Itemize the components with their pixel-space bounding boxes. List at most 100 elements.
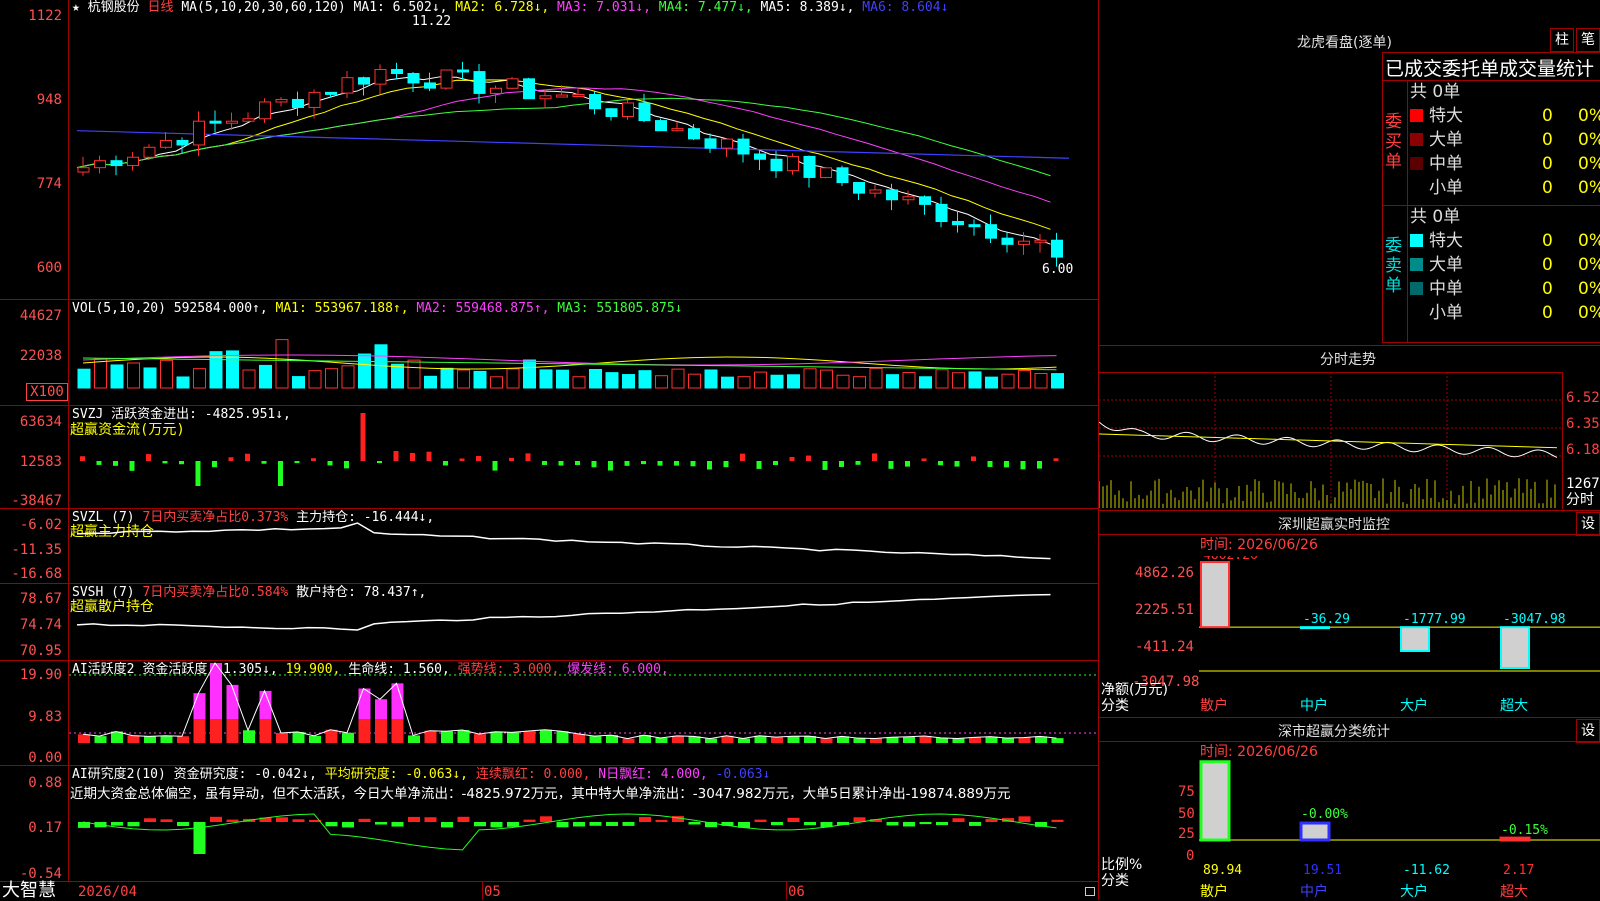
sell-order-row: 大单 0 0% xyxy=(1410,253,1600,277)
flow-bar xyxy=(459,458,465,461)
lock-icon[interactable] xyxy=(1085,887,1095,896)
svzl-chart[interactable] xyxy=(69,509,1097,583)
order-type-label: 小单 xyxy=(1429,178,1463,198)
research-bar xyxy=(127,822,140,827)
lhb-title: 龙虎看盘(逐单) xyxy=(1297,35,1392,51)
flow-bar xyxy=(723,461,729,468)
order-count: 0 xyxy=(1542,154,1553,174)
research-bar xyxy=(754,819,767,822)
ai-research-chart[interactable] xyxy=(69,766,1097,880)
vol-axis-unit[interactable]: X100 xyxy=(26,383,68,401)
kline-chart[interactable] xyxy=(69,14,1097,298)
research-bar xyxy=(936,822,948,826)
flow-bar xyxy=(212,461,217,468)
volume-bar xyxy=(358,353,371,389)
star-icon[interactable]: ★ xyxy=(72,0,80,15)
activity-bar xyxy=(243,730,255,743)
sell-side-label: 委卖单 xyxy=(1385,236,1402,296)
activity-bar xyxy=(375,719,387,743)
candle-body xyxy=(952,220,964,226)
candle-body xyxy=(143,146,156,158)
candle-body xyxy=(242,118,255,122)
net-amount-bar xyxy=(1200,561,1230,629)
volume-bar xyxy=(176,376,190,389)
research-bar xyxy=(144,818,156,822)
volume-bar xyxy=(308,370,322,389)
volume-bar xyxy=(968,371,982,389)
tick-view-button[interactable]: 笔 xyxy=(1576,28,1600,52)
volume-bar xyxy=(721,376,734,389)
candle-body xyxy=(754,153,766,160)
order-count: 0 xyxy=(1542,130,1553,150)
ratio-label: -11.62 xyxy=(1403,863,1450,878)
flow-bar xyxy=(426,451,432,461)
monitor-axis-2: 2225.51 xyxy=(1134,602,1194,618)
svzl-axis-1: -6.02 xyxy=(19,517,62,533)
svzj-chart[interactable] xyxy=(69,406,1097,508)
candle-body xyxy=(160,139,172,148)
color-swatch xyxy=(1410,306,1423,319)
flow-bar xyxy=(740,453,745,461)
classify-chart[interactable]: 89.9419.51-11.622.17+0.24%-0.00%-0.15% xyxy=(1199,760,1600,886)
volume-bar xyxy=(160,359,173,389)
volume-bar xyxy=(407,359,421,389)
ma5-value: MA5: 8.389↓, xyxy=(760,0,855,15)
candle-body xyxy=(1034,239,1047,243)
volume-bar xyxy=(754,371,767,389)
volume-bar xyxy=(523,359,536,389)
ratio-bar xyxy=(1199,760,1231,842)
vol-axis-2: 22038 xyxy=(19,348,62,364)
volume-chart[interactable] xyxy=(69,316,1097,404)
flow-bar xyxy=(377,461,382,464)
volume-bar xyxy=(341,365,355,389)
svsh-chart[interactable] xyxy=(69,584,1097,660)
color-swatch xyxy=(1410,133,1423,146)
column-view-button[interactable]: 柱 xyxy=(1550,28,1574,52)
flow-bar xyxy=(558,461,564,466)
research-bar xyxy=(474,822,486,827)
flow-bar xyxy=(228,457,234,461)
volume-bar xyxy=(490,376,503,389)
classify-settings-button[interactable]: 设 xyxy=(1576,719,1600,743)
research-bar xyxy=(490,822,503,828)
monitor-chart[interactable]: 4862.26 -36.29 -1777.99 -3047.98 xyxy=(1199,556,1600,686)
candle-body xyxy=(1018,240,1030,245)
research-bar xyxy=(556,822,569,828)
svzj-axis-1: 63634 xyxy=(19,414,62,430)
right-section-divider xyxy=(1099,717,1600,718)
flow-bar xyxy=(921,458,927,461)
volume-bar xyxy=(688,373,701,389)
low-price-mark: 6.00 xyxy=(1042,262,1074,277)
order-count: 0 xyxy=(1542,303,1553,323)
candle-body xyxy=(589,94,601,110)
ma3-value: MA3: 7.031↓, xyxy=(557,0,651,15)
activity-bar xyxy=(276,732,288,743)
ai-research-axis-2: 0.17 xyxy=(28,820,62,836)
ai-active-chart[interactable] xyxy=(69,661,1097,765)
flow-bar xyxy=(509,457,514,461)
research-bar xyxy=(177,822,189,827)
activity-bar xyxy=(622,738,635,743)
classify-axis-3: 25 xyxy=(1178,826,1195,842)
order-type-label: 中单 xyxy=(1429,154,1463,174)
classify-time: 时间: 2026/06/26 xyxy=(1200,744,1318,760)
stock-name[interactable]: 杭钢股份 xyxy=(88,0,140,15)
period-label[interactable]: 日线 xyxy=(148,0,174,15)
monitor-box-line xyxy=(1099,534,1600,535)
intraday-axis-2: 6.35 xyxy=(1566,416,1600,432)
intraday-chart[interactable] xyxy=(1099,372,1563,508)
candle-body xyxy=(671,128,684,132)
research-bar xyxy=(457,816,470,822)
volume-bar xyxy=(457,369,470,389)
monitor-settings-button[interactable]: 设 xyxy=(1576,512,1600,536)
research-bar xyxy=(226,819,239,822)
svsh-axis-3: 70.95 xyxy=(19,643,62,659)
research-bar xyxy=(886,822,899,826)
flow-bar xyxy=(1004,461,1009,468)
order-type-label: 特大 xyxy=(1429,231,1463,251)
volume-bar xyxy=(1001,373,1015,389)
activity-bar xyxy=(771,737,783,743)
svsh-axis-2: 74.74 xyxy=(19,617,62,633)
candle-body xyxy=(506,78,519,89)
vol-label: VOL(5,10,20) xyxy=(72,301,166,316)
